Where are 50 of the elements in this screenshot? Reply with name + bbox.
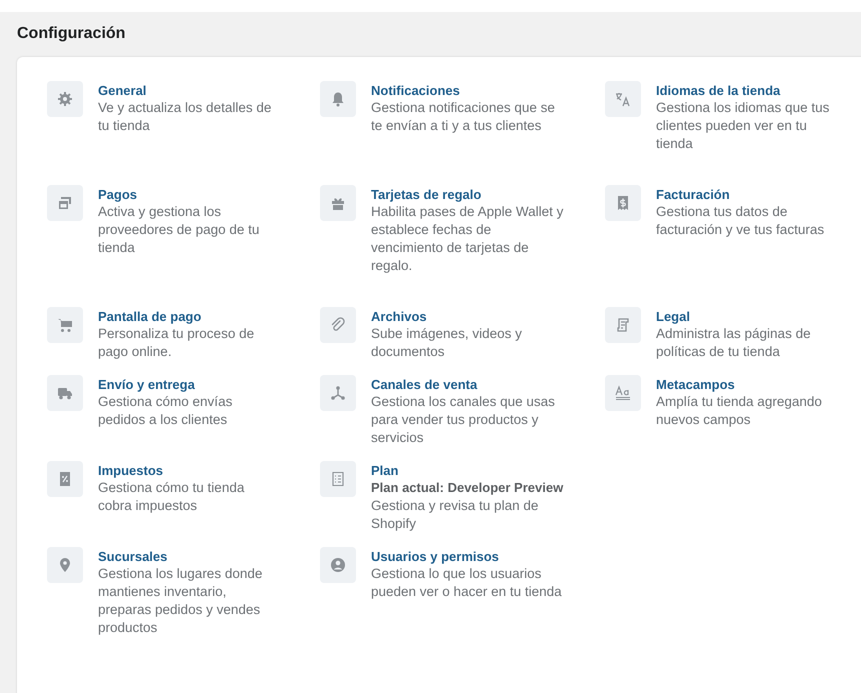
setting-description: Gestiona y revisa tu plan de Shopify	[371, 497, 540, 533]
bell-icon	[320, 81, 356, 117]
cart-icon	[47, 307, 83, 343]
setting-description: Gestiona los canales que usas para vender tus productos y servicios	[371, 393, 556, 447]
settings-link[interactable]: Idiomas de la tienda	[656, 82, 780, 99]
paperclip-icon	[320, 307, 356, 343]
percent-icon	[47, 461, 83, 497]
settings-link[interactable]: General	[98, 82, 146, 99]
settings-link[interactable]: Notificaciones	[371, 82, 460, 99]
settings-link[interactable]: Legal	[656, 308, 690, 325]
settings-link[interactable]: Tarjetas de regalo	[371, 186, 482, 203]
setting-description: Ve y actualiza los detalles de tu tienda	[98, 99, 272, 135]
setting-description: Gestiona cómo envías pedidos a los clientes	[98, 393, 234, 429]
settings-link[interactable]: Sucursales	[98, 548, 168, 565]
setting-description: Gestiona cómo tu tienda cobra impuestos	[98, 479, 246, 515]
text-icon	[605, 375, 641, 411]
pin-icon	[47, 547, 83, 583]
settings-link[interactable]: Plan	[371, 462, 398, 479]
settings-link[interactable]: Usuarios y permisos	[371, 548, 499, 565]
settings-link[interactable]: Canales de venta	[371, 376, 478, 393]
setting-description: Administra las páginas de políticas de tu tienda	[656, 325, 812, 361]
translate-icon	[605, 81, 641, 117]
setting-description: Gestiona los idiomas que tus clientes pueden ver en tu tienda	[656, 99, 830, 153]
setting-description: Personaliza tu proceso de pago online.	[98, 325, 256, 361]
settings-link[interactable]: Envío y entrega	[98, 376, 195, 393]
user-icon	[320, 547, 356, 583]
setting-description: Sube imágenes, videos y documentos	[371, 325, 523, 361]
checklist-icon	[320, 461, 356, 497]
setting-description: Gestiona lo que los usuarios pueden ver o hacer en tu tienda	[371, 565, 563, 601]
setting-description: Gestiona notificaciones que se te envían a ti y a tus clientes	[371, 99, 556, 135]
setting-description: Habilita pases de Apple Wallet y establece fechas de vencimiento de tarjetas de regalo.	[371, 203, 564, 275]
truck-icon	[47, 375, 83, 411]
nodes-icon	[320, 375, 356, 411]
document-icon	[605, 307, 641, 343]
plan-status: Plan actual: Developer Preview	[371, 479, 564, 497]
setting-description: Activa y gestiona los proveedores de pago de tu tienda	[98, 203, 260, 257]
settings-link[interactable]: Facturación	[656, 186, 730, 203]
setting-description: Amplía tu tienda agregando nuevos campos	[656, 393, 823, 429]
settings-link[interactable]: Pantalla de pago	[98, 308, 202, 325]
page-title: Configuración	[17, 24, 126, 44]
settings-link[interactable]: Metacampos	[656, 376, 735, 393]
settings-link[interactable]: Pagos	[98, 186, 138, 203]
setting-description: Gestiona tus datos de facturación y ve tus facturas	[656, 203, 826, 239]
card-icon	[47, 185, 83, 221]
gift-icon	[320, 185, 356, 221]
receipt-icon	[605, 185, 641, 221]
gear-icon	[47, 81, 83, 117]
setting-description: Gestiona los lugares donde mantienes inventario, preparas pedidos y vendes productos	[98, 565, 264, 637]
settings-link[interactable]: Impuestos	[98, 462, 164, 479]
settings-link[interactable]: Archivos	[371, 308, 427, 325]
